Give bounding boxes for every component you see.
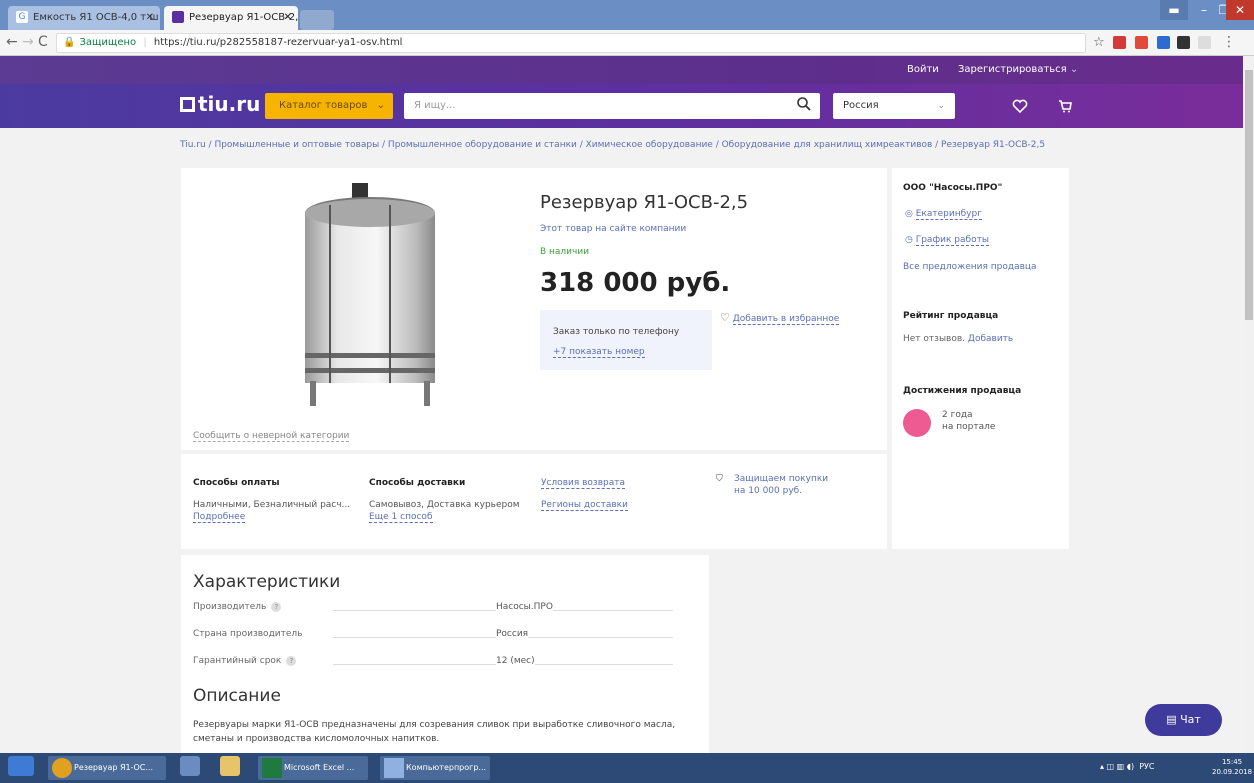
search-icon[interactable] (796, 96, 812, 112)
extension-icon[interactable] (1157, 36, 1170, 49)
product-title: Резервуар Я1-ОСВ-2,5 (540, 192, 749, 213)
new-tab-button[interactable] (300, 10, 334, 30)
browser-tab-active[interactable]: Резервуар Я1-ОСВ-2,5 ✕ (164, 6, 298, 30)
reload-icon[interactable]: C (38, 34, 48, 50)
forward-icon[interactable]: → (22, 34, 34, 50)
extension-icon[interactable] (1177, 36, 1190, 49)
bookmark-star-icon[interactable]: ☆ (1093, 35, 1105, 50)
purchase-protection[interactable]: ⛉ Защищаем покупки на 10 000 руб. (716, 473, 828, 497)
chevron-down-icon: ⌄ (937, 101, 945, 111)
description-heading: Описание (193, 686, 281, 706)
chevron-down-icon: ⌄ (1069, 64, 1079, 75)
chrome-icon (52, 758, 72, 778)
site-logo[interactable]: tiu.ru (180, 92, 260, 116)
stock-status: В наличии (540, 247, 590, 257)
achievement-text: 2 года на портале (942, 410, 996, 432)
close-tab-icon[interactable]: ✕ (146, 6, 154, 30)
close-window-icon[interactable]: ✕ (1226, 0, 1254, 20)
characteristics-heading: Характеристики (193, 572, 341, 592)
browser-toolbar: ← → C 🔒 Защищено | https://tiu.ru/p282558… (0, 30, 1254, 56)
clock-icon: ◷ (905, 235, 913, 245)
tray-icons: ▴ ◫ ▥ ◖) (1100, 762, 1135, 771)
delivery-regions-link[interactable]: Регионы доставки (541, 500, 628, 511)
browser-tab-inactive[interactable]: G Емкость Я1 ОСВ-4,0 т ш ✕ (8, 6, 160, 30)
product-card (181, 168, 887, 450)
company-site-link[interactable]: Этот товар на сайте компании (540, 224, 686, 234)
payment-heading: Способы оплаты (193, 478, 280, 488)
return-terms-link[interactable]: Условия возврата (541, 478, 626, 489)
login-link[interactable]: Войти (907, 64, 939, 75)
chat-button[interactable]: ▤ Чат (1145, 704, 1222, 736)
help-icon[interactable]: ? (286, 656, 297, 666)
region-select[interactable]: Россия ⌄ (833, 93, 955, 119)
shield-icon: ⛉ (716, 474, 723, 484)
shield-extension-icon[interactable] (1198, 36, 1211, 49)
heart-icon[interactable] (1012, 98, 1028, 114)
search-input[interactable]: Я ищу... (404, 93, 820, 119)
payment-methods: Наличными, Безналичный расч... (193, 500, 351, 510)
add-to-favorites-link[interactable]: ♡ Добавить в избранное (720, 311, 840, 325)
product-image[interactable] (290, 183, 450, 413)
help-icon[interactable]: ? (271, 602, 282, 612)
windows-start-icon[interactable] (8, 756, 34, 776)
report-category-link[interactable]: Сообщить о неверной категории (193, 431, 350, 442)
add-review-link[interactable]: Добавить (968, 334, 1013, 344)
register-link[interactable]: Зарегистрироваться ⌄ (958, 64, 1078, 75)
delivery-methods: Самовывоз, Доставка курьером (369, 500, 520, 510)
taskbar-excel-item[interactable]: Microsoft Excel ... (258, 756, 368, 780)
site-top-bar: Войти Зарегистрироваться ⌄ (0, 56, 1254, 84)
chevron-down-icon: ⌄ (376, 100, 386, 111)
seller-rating-value: Нет отзывов. Добавить (903, 334, 1014, 344)
show-phone-link[interactable]: +7 показать номер (553, 347, 645, 358)
seller-name[interactable]: ООО "Насосы.ПРО" (903, 183, 1002, 193)
seller-card (892, 168, 1069, 549)
menu-dots-icon[interactable]: ⋮ (1222, 34, 1236, 50)
google-icon: G (16, 11, 28, 23)
phone-order-box (540, 310, 712, 370)
system-tray[interactable]: ▴ ◫ ▥ ◖) РУС (1100, 762, 1155, 771)
taskbar-app-item[interactable]: Компьютерпрогр... (380, 756, 490, 780)
pinned-app-icon[interactable] (180, 756, 200, 776)
cart-icon[interactable] (1057, 98, 1073, 114)
close-tab-icon[interactable]: ✕ (284, 6, 292, 30)
tiu-favicon-icon (172, 11, 184, 23)
logo-square-icon (180, 97, 195, 112)
address-bar[interactable]: 🔒 Защищено | https://tiu.ru/p282558187-re… (56, 33, 1086, 53)
browser-tab-bar: G Емкость Я1 ОСВ-4,0 т ш ✕ Резервуар Я1-О… (0, 0, 1254, 30)
download-arrow-icon[interactable] (1135, 36, 1148, 49)
seller-achievements-heading: Достижения продавца (903, 386, 1022, 396)
payment-more-link[interactable]: Подробнее (193, 512, 246, 523)
extension-icon[interactable] (1113, 36, 1126, 49)
app-icon (384, 758, 404, 778)
taskbar-clock[interactable]: 15:45 20.09.2018 (1212, 757, 1252, 777)
heart-icon: ♡ (720, 311, 730, 324)
achievement-badge-icon (903, 409, 931, 437)
windows-taskbar: Резервуар Я1-ОС... Microsoft Excel ... К… (0, 753, 1254, 783)
delivery-more-link[interactable]: Еще 1 способ (369, 512, 433, 523)
seller-city-link[interactable]: ◎ Екатеринбург (905, 209, 982, 220)
back-icon[interactable]: ← (6, 34, 18, 50)
scrollbar-thumb[interactable] (1245, 70, 1253, 320)
chat-icon: ▤ (1166, 713, 1177, 726)
phone-order-note: Заказ только по телефону (553, 327, 680, 337)
minimize-icon[interactable]: ▬ (1160, 0, 1188, 20)
excel-icon (262, 758, 282, 778)
delivery-heading: Способы доставки (369, 478, 466, 488)
lock-icon: 🔒 (63, 37, 76, 48)
folder-icon[interactable] (220, 756, 240, 776)
catalog-button[interactable]: Каталог товаров ⌄ (265, 93, 393, 119)
breadcrumb[interactable]: Tiu.ru / Промышленные и оптовые товары /… (180, 140, 1080, 150)
description-text: Резервуары марки Я1-ОСВ предназначены дл… (193, 720, 676, 744)
seller-schedule-link[interactable]: ◷ График работы (905, 235, 989, 246)
seller-rating-heading: Рейтинг продавца (903, 311, 999, 321)
location-pin-icon: ◎ (905, 209, 913, 219)
product-price: 318 000 руб. (540, 268, 731, 298)
all-seller-offers-link[interactable]: Все предложения продавца (903, 262, 1037, 272)
taskbar-chrome-item[interactable]: Резервуар Я1-ОС... (48, 756, 166, 780)
